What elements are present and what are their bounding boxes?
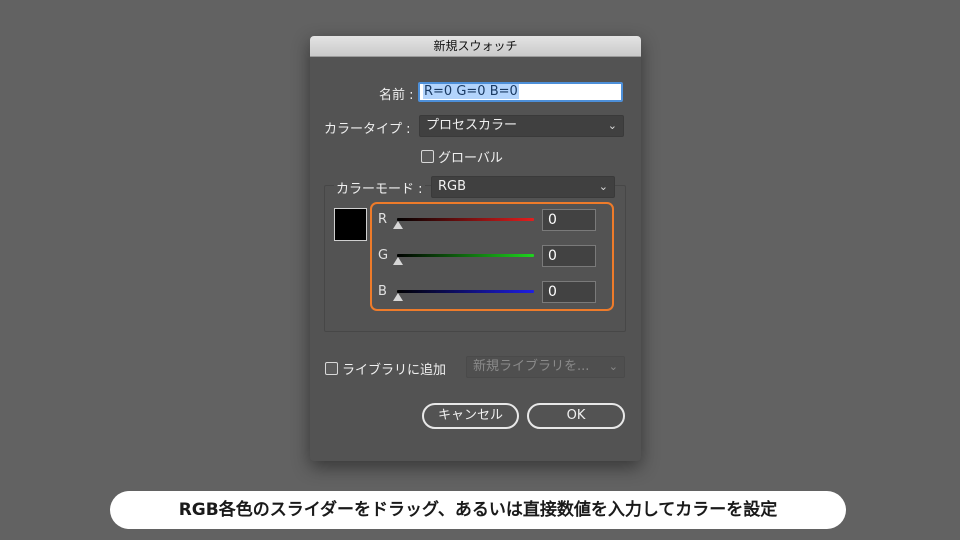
- chevron-down-icon: ⌄: [607, 119, 617, 132]
- new-swatch-dialog: 新規スウォッチ 名前 : R=0 G=0 B=0 カラータイプ : プロセスカラ…: [310, 36, 641, 461]
- add-to-library-checkbox[interactable]: [325, 362, 338, 375]
- color-mode-value: RGB: [438, 179, 467, 194]
- ok-button[interactable]: OK: [527, 403, 625, 429]
- global-label: グローバル: [438, 151, 503, 166]
- dialog-title: 新規スウォッチ: [310, 36, 641, 57]
- library-select[interactable]: 新規ライブラリを... ⌄: [466, 356, 625, 378]
- chevron-down-icon: ⌄: [598, 180, 608, 193]
- name-label: 名前 :: [379, 88, 414, 103]
- name-input[interactable]: R=0 G=0 B=0: [418, 82, 623, 102]
- color-type-label: カラータイプ :: [324, 122, 411, 137]
- add-to-library-label: ライブラリに追加: [342, 363, 447, 378]
- chevron-down-icon: ⌄: [608, 360, 618, 373]
- name-input-value: R=0 G=0 B=0: [423, 84, 519, 99]
- global-checkbox[interactable]: [421, 150, 434, 163]
- library-select-placeholder: 新規ライブラリを...: [473, 359, 590, 374]
- color-type-value: プロセスカラー: [426, 118, 518, 133]
- color-preview-swatch: [334, 208, 367, 241]
- color-type-select[interactable]: プロセスカラー ⌄: [419, 115, 624, 137]
- color-mode-label: カラーモード :: [334, 178, 425, 197]
- color-mode-select[interactable]: RGB ⌄: [431, 176, 615, 198]
- rgb-sliders-highlight: [370, 202, 614, 311]
- cancel-button[interactable]: キャンセル: [422, 403, 519, 429]
- instruction-caption: RGB各色のスライダーをドラッグ、あるいは直接数値を入力してカラーを設定: [110, 491, 846, 529]
